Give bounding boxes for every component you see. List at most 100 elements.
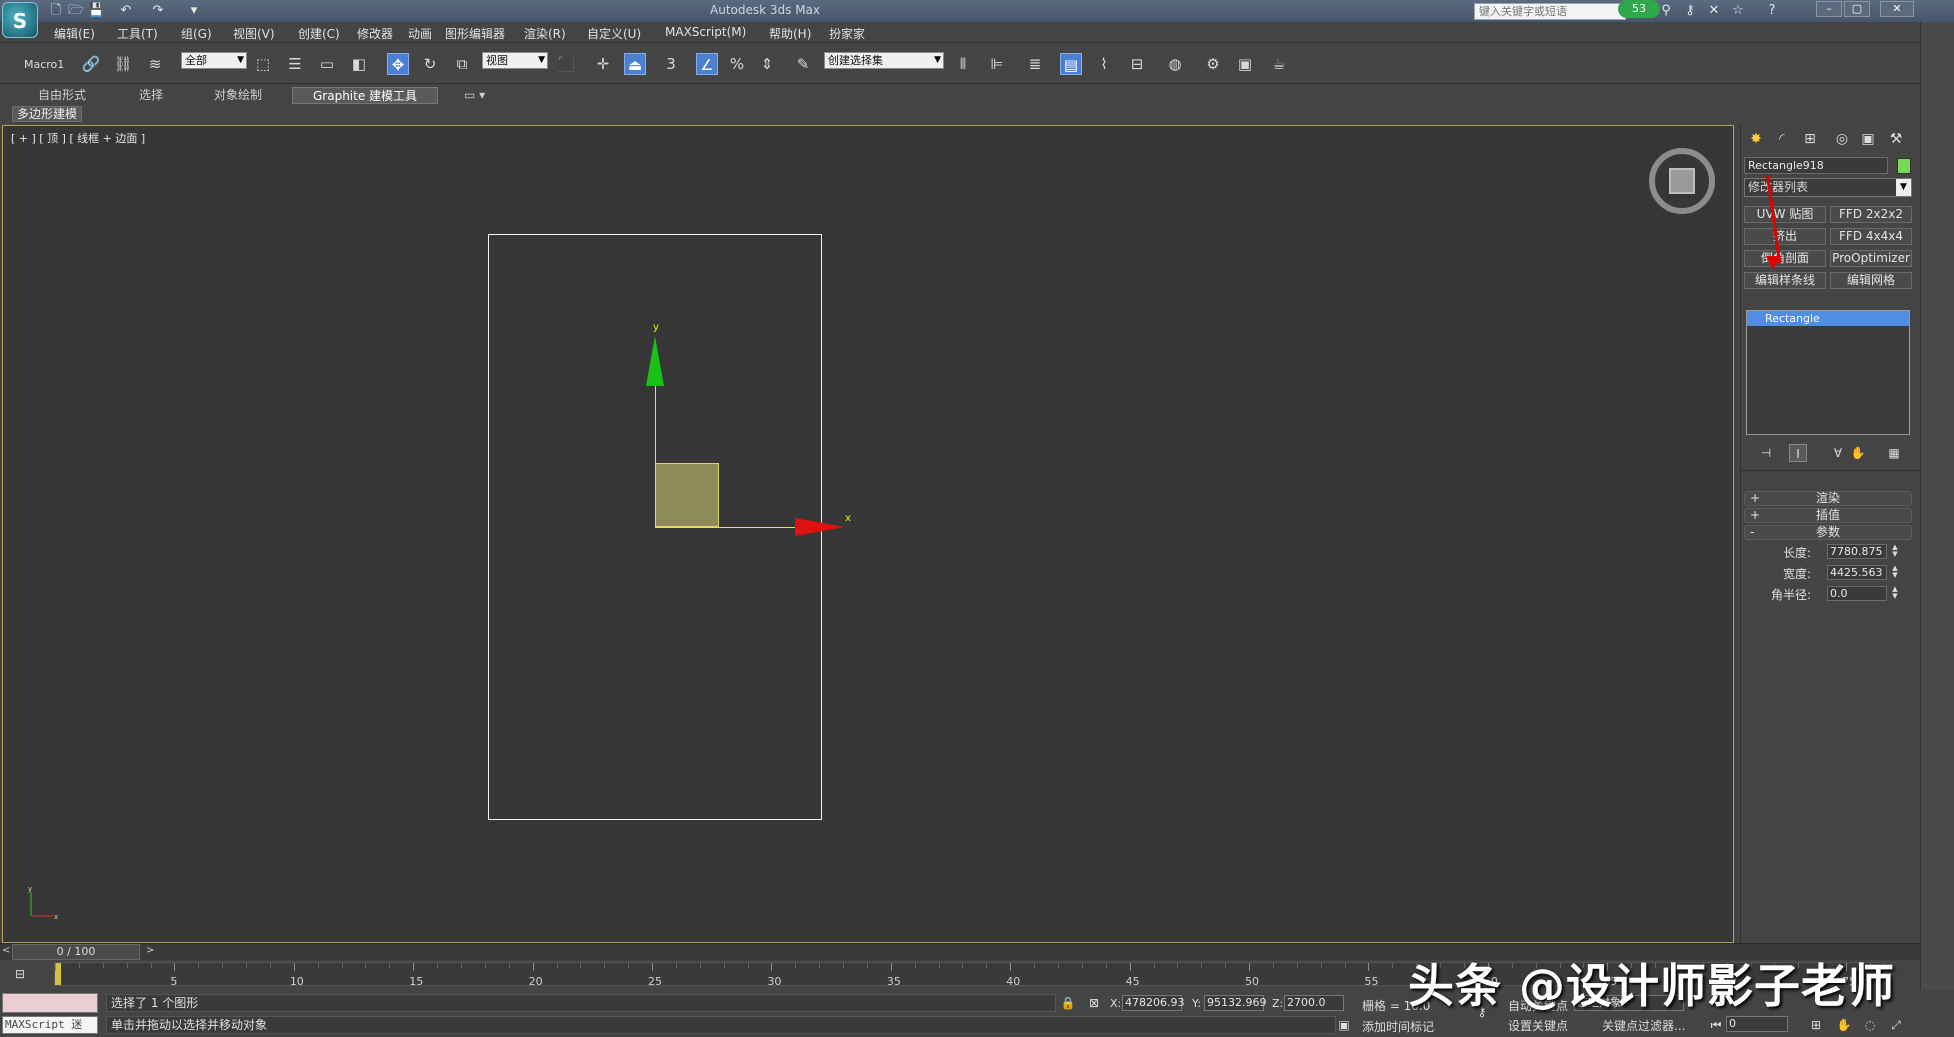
gizmo-y-axis-line[interactable] bbox=[655, 386, 656, 528]
object-name-field[interactable]: Rectangle918 bbox=[1744, 157, 1888, 174]
uvw-map-button[interactable]: UVW 贴图 bbox=[1744, 206, 1826, 223]
mirror-icon[interactable]: ⫴ bbox=[952, 53, 974, 75]
open-file-icon[interactable]: 🗁 bbox=[68, 3, 84, 18]
percent-snap-icon[interactable]: % bbox=[726, 53, 748, 75]
width-spinner[interactable]: 4425.563 bbox=[1827, 565, 1887, 580]
length-spinner[interactable]: 7780.875 bbox=[1827, 544, 1887, 559]
maximize-button[interactable]: ▢ bbox=[1844, 1, 1870, 17]
ribbon-options-icon[interactable]: ▭ ▾ bbox=[464, 87, 485, 104]
menu-customize[interactable]: 自定义(U) bbox=[587, 25, 641, 42]
select-and-move-icon[interactable]: ✥ bbox=[387, 53, 409, 75]
minimize-button[interactable]: – bbox=[1816, 1, 1842, 17]
quick-access-dropdown-icon[interactable]: ▾ bbox=[186, 3, 202, 18]
menu-view[interactable]: 视图(V) bbox=[233, 25, 275, 42]
hierarchy-tab-icon[interactable]: ⊞ bbox=[1799, 128, 1821, 150]
material-editor-icon[interactable]: ◍ bbox=[1164, 53, 1186, 75]
menu-create[interactable]: 创建(C) bbox=[298, 25, 340, 42]
prooptimizer-button[interactable]: ProOptimizer bbox=[1830, 250, 1912, 267]
viewcube[interactable] bbox=[1649, 148, 1715, 214]
edit-spline-button[interactable]: 编辑样条线 bbox=[1744, 272, 1826, 289]
utilities-tab-icon[interactable]: ⚒ bbox=[1885, 128, 1907, 150]
key-icon[interactable]: ⚷ bbox=[1680, 2, 1700, 20]
close-button[interactable]: ✕ bbox=[1880, 1, 1914, 17]
corner-radius-spinner[interactable]: 0.0 bbox=[1827, 586, 1887, 601]
viewcube-top-face[interactable] bbox=[1669, 168, 1695, 194]
rendered-frame-icon[interactable]: ▣ bbox=[1234, 53, 1256, 75]
render-setup-icon[interactable]: ⚙ bbox=[1202, 53, 1224, 75]
tab-selection[interactable]: 选择 bbox=[139, 87, 163, 104]
render-production-icon[interactable]: ☕ bbox=[1268, 53, 1290, 75]
menu-help[interactable]: 帮助(H) bbox=[769, 25, 811, 42]
selection-lock-icon[interactable]: 🔒 bbox=[1060, 995, 1076, 1011]
rectangle-selection-icon[interactable]: ▭ bbox=[316, 53, 338, 75]
graphite-toggle-icon[interactable]: ▤ bbox=[1060, 53, 1082, 75]
display-tab-icon[interactable]: ▣ bbox=[1857, 128, 1879, 150]
gizmo-x-axis-line[interactable] bbox=[655, 527, 800, 528]
z-coord-field[interactable]: 2700.0 bbox=[1284, 995, 1344, 1011]
curve-editor-icon[interactable]: ⌇ bbox=[1093, 53, 1115, 75]
menu-graph-editors[interactable]: 图形编辑器 bbox=[445, 25, 505, 42]
menu-rendering[interactable]: 渲染(R) bbox=[524, 25, 566, 42]
snap-toggle-icon[interactable]: 3 bbox=[660, 53, 682, 75]
maximize-viewport-icon[interactable]: ⤢ bbox=[1888, 1017, 1904, 1033]
add-time-tag-button[interactable]: 添加时间标记 bbox=[1362, 1018, 1434, 1035]
tools-icon[interactable]: ✕ bbox=[1704, 2, 1724, 20]
absolute-mode-icon[interactable]: ⊠ bbox=[1086, 995, 1102, 1011]
mini-curve-editor-icon[interactable]: ⊟ bbox=[12, 966, 28, 982]
modify-tab-icon[interactable]: ◜ bbox=[1771, 128, 1793, 150]
edit-named-selections-icon[interactable]: ✎ bbox=[792, 53, 814, 75]
menu-group[interactable]: 组(G) bbox=[181, 25, 212, 42]
undo-icon[interactable]: ↶ bbox=[118, 3, 134, 18]
tab-freeform[interactable]: 自由形式 bbox=[38, 87, 86, 104]
edit-mesh-button[interactable]: 编辑网格 bbox=[1830, 272, 1912, 289]
pivot-center-icon[interactable]: ⬛ bbox=[555, 53, 577, 75]
menu-maxscript[interactable]: MAXScript(M) bbox=[665, 25, 746, 39]
rollout-interpolation[interactable]: + 插值 bbox=[1744, 508, 1912, 523]
stack-item-rectangle[interactable]: Rectangle bbox=[1747, 311, 1909, 326]
modifier-stack[interactable]: Rectangle bbox=[1746, 310, 1910, 435]
create-tab-icon[interactable]: ✸ bbox=[1745, 128, 1767, 150]
time-slider-next-icon[interactable]: > bbox=[146, 945, 154, 956]
rollout-rendering[interactable]: + 渲染 bbox=[1744, 491, 1912, 506]
schematic-view-icon[interactable]: ⊟ bbox=[1126, 53, 1148, 75]
time-slider-thumb[interactable]: 0 / 100 bbox=[12, 944, 140, 960]
select-manipulate-icon[interactable]: ✛ bbox=[592, 53, 614, 75]
named-selection-dropdown[interactable]: 创建选择集 ▼ bbox=[824, 52, 944, 69]
macro-label[interactable]: Macro1 bbox=[24, 58, 64, 71]
remove-modifier-icon[interactable]: ✋ bbox=[1849, 444, 1867, 462]
angle-snap-icon[interactable]: ∠ bbox=[696, 53, 718, 75]
motion-tab-icon[interactable]: ◎ bbox=[1831, 128, 1853, 150]
select-by-name-icon[interactable]: ☰ bbox=[284, 53, 306, 75]
viewport-label[interactable]: [ + ] [ 顶 ] [ 线框 + 边面 ] bbox=[11, 130, 145, 146]
notification-badge[interactable]: 53 bbox=[1618, 0, 1660, 18]
bevel-profile-button[interactable]: 倒角剖面 bbox=[1744, 250, 1826, 267]
app-logo-icon[interactable]: S bbox=[2, 2, 38, 38]
menu-tools[interactable]: 工具(T) bbox=[117, 25, 158, 42]
set-key-button[interactable]: 设置关键点 bbox=[1508, 1017, 1568, 1034]
menu-animation[interactable]: 动画 bbox=[408, 25, 432, 42]
spinner-snap-icon[interactable]: ⇕ bbox=[756, 53, 778, 75]
zoom-extents-icon[interactable]: ⊞ bbox=[1808, 1017, 1824, 1033]
layer-manager-icon[interactable]: ≣ bbox=[1024, 53, 1046, 75]
tab-graphite-modeling[interactable]: Graphite 建模工具 bbox=[292, 87, 439, 104]
link-icon[interactable]: 🔗 bbox=[80, 53, 102, 75]
select-and-rotate-icon[interactable]: ↻ bbox=[419, 53, 441, 75]
save-file-icon[interactable]: 💾 bbox=[88, 3, 104, 18]
gizmo-x-arrow[interactable] bbox=[795, 518, 845, 536]
current-frame-field[interactable]: 0 bbox=[1726, 1016, 1788, 1032]
configure-modifier-sets-icon[interactable]: ▦ bbox=[1885, 444, 1903, 462]
window-crossing-icon[interactable]: ◧ bbox=[348, 53, 370, 75]
star-icon[interactable]: ☆ bbox=[1728, 2, 1748, 20]
width-spinner-arrows[interactable]: ▲ ▼ bbox=[1891, 565, 1899, 580]
selection-filter-dropdown[interactable]: 全部 ▼ bbox=[181, 52, 247, 69]
menu-modifiers[interactable]: 修改器 bbox=[357, 25, 393, 42]
y-coord-field[interactable]: 95132.969 bbox=[1204, 995, 1267, 1011]
bind-space-warp-icon[interactable]: ≋ bbox=[144, 53, 166, 75]
go-to-start-icon[interactable]: ⏮ bbox=[1708, 1017, 1724, 1033]
unlink-icon[interactable]: ⛓ bbox=[112, 53, 134, 75]
menu-banjiajia[interactable]: 扮家家 bbox=[829, 25, 865, 42]
tab-object-paint[interactable]: 对象绘制 bbox=[214, 87, 262, 104]
time-slider-prev-icon[interactable]: < bbox=[2, 945, 10, 956]
tab-polygon-modeling[interactable]: 多边形建模 bbox=[12, 106, 83, 122]
binoculars-icon[interactable]: ⚲ bbox=[1656, 2, 1676, 20]
